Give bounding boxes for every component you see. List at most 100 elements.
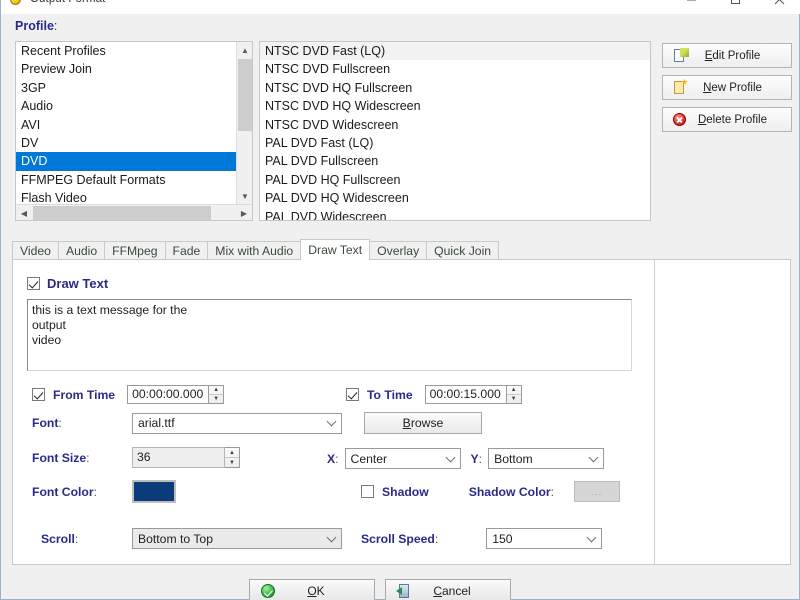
profile-item[interactable]: NTSC DVD Fullscreen: [260, 60, 650, 78]
draw-text-label: Draw Text: [47, 276, 109, 291]
tab-draw-text[interactable]: Draw Text: [300, 239, 371, 260]
font-color-swatch[interactable]: [132, 480, 176, 503]
minimize-icon[interactable]: [669, 0, 713, 14]
scroll-left-icon[interactable]: ◀: [16, 205, 32, 220]
tab-quick-join[interactable]: Quick Join: [426, 241, 500, 260]
profile-category-item[interactable]: 3GP: [16, 79, 236, 97]
profile-list[interactable]: NTSC DVD Fast (LQ) NTSC DVD Fullscreen NTS…: [259, 41, 651, 221]
chevron-down-icon: [445, 452, 455, 462]
profile-category-item[interactable]: Recent Profiles: [16, 42, 236, 60]
font-row: Font: arial.ttf Browse: [32, 412, 482, 434]
profile-item[interactable]: PAL DVD HQ Fullscreen: [260, 171, 650, 189]
new-profile-button[interactable]: New Profile: [662, 75, 792, 100]
from-time-row[interactable]: From Time 00:00:00.000 ▲ ▼: [32, 385, 225, 404]
tab-mix-with-audio[interactable]: Mix with Audio: [207, 241, 302, 260]
position-y-label: Y:: [470, 451, 483, 466]
scroll-down-icon[interactable]: ▼: [237, 188, 252, 204]
profile-item[interactable]: PAL DVD Fullscreen: [260, 152, 650, 170]
close-icon[interactable]: [757, 0, 800, 14]
scroll-up-icon[interactable]: ▲: [237, 42, 252, 58]
position-x-select[interactable]: Center: [344, 448, 461, 469]
from-time-label: From Time: [53, 387, 116, 402]
to-time-spinner[interactable]: ▲ ▼: [506, 385, 522, 404]
delete-profile-icon: [672, 112, 688, 128]
tab-video[interactable]: Video: [12, 241, 59, 260]
profile-category-list-items: Recent Profiles Preview Join 3GP Audio AVI DV…: [16, 42, 236, 204]
text-position-row: X: Center Y: Bottom: [327, 448, 605, 469]
output-format-dialog: Output Format Profile: Recent ProfilesPr…: [0, 0, 800, 600]
profile-category-item[interactable]: DV: [16, 134, 236, 152]
shadow-label: Shadow: [382, 484, 429, 499]
tab-audio[interactable]: Audio: [57, 241, 106, 260]
scroll-right-icon[interactable]: ▶: [236, 205, 252, 220]
cancel-button[interactable]: Cancel: [385, 579, 511, 600]
profile-item[interactable]: NTSC DVD HQ Widescreen: [260, 97, 650, 115]
font-size-spinner[interactable]: ▲ ▼: [225, 447, 240, 468]
scroll-label: Scroll:: [41, 531, 79, 546]
from-time-input[interactable]: 00:00:00.000: [127, 385, 210, 404]
profile-category-item[interactable]: Flash Video: [16, 189, 236, 204]
profile-item[interactable]: NTSC DVD Widescreen: [260, 116, 650, 134]
tab-fade[interactable]: Fade: [164, 241, 209, 260]
tab-ffmpeg[interactable]: FFMpeg: [104, 241, 166, 260]
edit-profile-label: Edit Profile: [704, 49, 761, 62]
scroll-speed-select[interactable]: 150: [486, 528, 603, 549]
chevron-down-icon: [326, 532, 337, 542]
profile-item[interactable]: NTSC DVD Fast (LQ): [260, 42, 650, 61]
exit-door-icon: [396, 583, 412, 599]
profile-category-item[interactable]: AVI: [16, 116, 236, 134]
from-time-spinner[interactable]: ▲ ▼: [209, 385, 225, 404]
position-y-value: Bottom: [494, 451, 533, 466]
tab-overlay[interactable]: Overlay: [369, 241, 428, 260]
shadow-checkbox[interactable]: [361, 485, 374, 498]
new-profile-label: New Profile: [703, 81, 762, 94]
font-browse-button[interactable]: Browse: [364, 412, 482, 434]
profile-label-text: Profile: [15, 19, 54, 33]
title-bar: Output Format: [1, 0, 800, 14]
disc-icon: [8, 0, 24, 7]
category-list-vertical-scrollbar[interactable]: ▲ ▼: [236, 42, 252, 204]
maximize-icon[interactable]: [713, 0, 757, 14]
font-label: Font:: [32, 416, 62, 430]
profile-category-item[interactable]: DVD: [16, 152, 236, 171]
edit-profile-button[interactable]: Edit Profile: [662, 43, 792, 68]
position-y-select[interactable]: Bottom: [488, 448, 605, 469]
scroll-select[interactable]: Bottom to Top: [132, 528, 342, 549]
cancel-button-label: Cancel: [433, 584, 471, 598]
position-x-value: Center: [350, 451, 388, 466]
draw-text-checkbox[interactable]: [27, 277, 40, 290]
profile-category-item[interactable]: Audio: [16, 97, 236, 115]
ok-button[interactable]: OK: [249, 579, 375, 600]
profile-item[interactable]: NTSC DVD HQ Fullscreen: [260, 79, 650, 97]
profile-category-list[interactable]: Recent Profiles Preview Join 3GP Audio AVI DV…: [15, 41, 253, 221]
vertical-scroll-thumb[interactable]: [238, 59, 252, 131]
position-x-label: X:: [327, 451, 339, 466]
delete-profile-button[interactable]: Delete Profile: [662, 107, 792, 132]
font-size-label: Font Size:: [32, 450, 90, 465]
font-select[interactable]: arial.ttf: [132, 412, 342, 434]
to-time-checkbox[interactable]: [346, 388, 359, 401]
shadow-color-button[interactable]: ...: [574, 481, 621, 502]
profile-category-item[interactable]: Preview Join: [16, 60, 236, 78]
horizontal-scroll-thumb[interactable]: [33, 206, 211, 220]
to-time-label: To Time: [367, 387, 413, 402]
profile-item[interactable]: PAL DVD Fast (LQ): [260, 134, 650, 152]
profile-list-items: NTSC DVD Fast (LQ) NTSC DVD Fullscreen NTS…: [260, 42, 650, 220]
settings-tabstrip[interactable]: Video Audio FFMpeg Fade Mix with Audio Draw T…: [12, 239, 500, 260]
draw-text-enable-row[interactable]: Draw Text: [27, 276, 108, 291]
draw-text-textarea[interactable]: this is a text message for the output vi…: [27, 299, 632, 371]
profile-item[interactable]: PAL DVD Widescreen: [260, 208, 650, 220]
category-list-horizontal-scrollbar[interactable]: ◀ ▶: [16, 204, 252, 220]
profile-category-item[interactable]: FFMPEG Default Formats: [16, 171, 236, 189]
profile-label-colon: :: [53, 19, 58, 33]
font-size-input[interactable]: 36: [132, 447, 225, 468]
to-time-row[interactable]: To Time 00:00:15.000 ▲ ▼: [346, 385, 522, 404]
font-browse-label: Browse: [402, 416, 444, 430]
font-color-label: Font Color:: [32, 484, 97, 499]
font-select-value: arial.ttf: [138, 416, 175, 430]
shadow-row: Shadow Shadow Color: ...: [361, 481, 621, 502]
scroll-speed-label: Scroll Speed:: [361, 531, 439, 546]
from-time-checkbox[interactable]: [32, 388, 45, 401]
to-time-input[interactable]: 00:00:15.000: [424, 385, 507, 404]
profile-item[interactable]: PAL DVD HQ Widescreen: [260, 189, 650, 207]
